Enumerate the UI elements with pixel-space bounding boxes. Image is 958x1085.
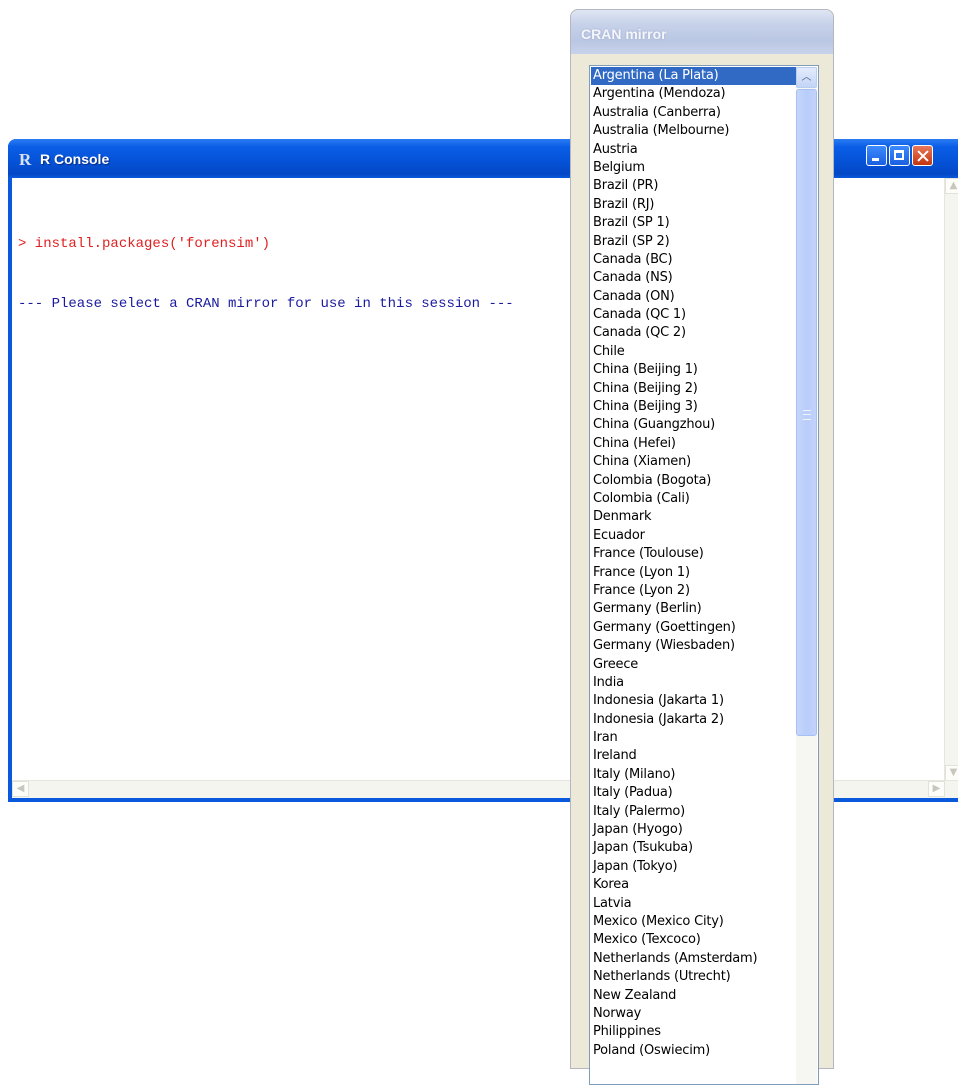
close-button[interactable]: [912, 145, 933, 166]
mirror-list-item[interactable]: Mexico (Mexico City): [591, 913, 796, 931]
mirror-list-item[interactable]: Colombia (Bogota): [591, 472, 796, 490]
mirror-list-item[interactable]: Brazil (SP 2): [591, 233, 796, 251]
mirror-list-item[interactable]: Canada (ON): [591, 288, 796, 306]
scroll-down-button[interactable]: ▼: [945, 765, 958, 781]
mirror-list-item[interactable]: Netherlands (Amsterdam): [591, 950, 796, 968]
mirror-list-item[interactable]: China (Hefei): [591, 435, 796, 453]
mirror-list-item[interactable]: Greece: [591, 656, 796, 674]
mirror-list-item[interactable]: Brazil (RJ): [591, 196, 796, 214]
mirror-list-item[interactable]: Netherlands (Utrecht): [591, 968, 796, 986]
mirror-list-item[interactable]: Italy (Palermo): [591, 803, 796, 821]
vertical-scrollbar[interactable]: ▲ ▼: [944, 178, 958, 781]
mirror-list-item[interactable]: Poland (Oswiecim): [591, 1042, 796, 1060]
mirror-list-item[interactable]: France (Lyon 1): [591, 564, 796, 582]
minimize-button[interactable]: [866, 145, 887, 166]
mirror-list-item[interactable]: China (Beijing 2): [591, 380, 796, 398]
mirror-list-item[interactable]: Japan (Tsukuba): [591, 839, 796, 857]
mirror-list-item[interactable]: France (Lyon 2): [591, 582, 796, 600]
mirror-list-item[interactable]: Italy (Milano): [591, 766, 796, 784]
listbox-scrollbar[interactable]: ︿: [796, 67, 817, 1084]
console-text: > install.packages('forensim') --- Pleas…: [18, 194, 514, 354]
mirror-list-item[interactable]: Brazil (PR): [591, 177, 796, 195]
mirror-list-item[interactable]: Australia (Melbourne): [591, 122, 796, 140]
mirror-list-item[interactable]: Germany (Wiesbaden): [591, 637, 796, 655]
mirror-list-item[interactable]: Norway: [591, 1005, 796, 1023]
cran-mirror-window: CRAN mirror Argentina (La Plata) Argentin…: [570, 9, 834, 1085]
r-logo-icon: R: [19, 150, 32, 169]
mirror-listbox[interactable]: Argentina (La Plata) Argentina (Mendoza) A…: [589, 65, 819, 1085]
mirror-list-item[interactable]: Korea: [591, 876, 796, 894]
mirror-list-item[interactable]: Canada (NS): [591, 269, 796, 287]
scrollbar-thumb[interactable]: [796, 89, 817, 736]
mirror-list-item[interactable]: Iran: [591, 729, 796, 747]
cran-window-title: CRAN mirror: [581, 26, 667, 42]
mirror-list-item[interactable]: Indonesia (Jakarta 1): [591, 692, 796, 710]
mirror-list-item[interactable]: Canada (QC 2): [591, 324, 796, 342]
mirror-list-item[interactable]: Italy (Padua): [591, 784, 796, 802]
mirror-list-item[interactable]: Germany (Berlin): [591, 600, 796, 618]
mirror-list-item[interactable]: Canada (BC): [591, 251, 796, 269]
console-command-line: > install.packages('forensim'): [18, 236, 271, 252]
mirror-list-item[interactable]: Canada (QC 1): [591, 306, 796, 324]
mirror-list-item[interactable]: Argentina (Mendoza): [591, 85, 796, 103]
mirror-list-item[interactable]: China (Beijing 1): [591, 361, 796, 379]
mirror-list-item[interactable]: France (Toulouse): [591, 545, 796, 563]
scroll-left-button[interactable]: ◀: [12, 781, 29, 797]
mirror-list-item[interactable]: Japan (Hyogo): [591, 821, 796, 839]
mirror-list-item[interactable]: Germany (Goettingen): [591, 619, 796, 637]
mirror-list-item[interactable]: China (Xiamen): [591, 453, 796, 471]
scrollbar-grip-icon: [803, 410, 811, 420]
mirror-list-item[interactable]: China (Beijing 3): [591, 398, 796, 416]
mirror-list-item[interactable]: Mexico (Texcoco): [591, 931, 796, 949]
mirror-list-item[interactable]: Australia (Canberra): [591, 104, 796, 122]
mirror-list-item[interactable]: Austria: [591, 141, 796, 159]
mirror-list-item[interactable]: Japan (Tokyo): [591, 858, 796, 876]
mirror-list-item[interactable]: Philippines: [591, 1023, 796, 1041]
mirror-list-item[interactable]: Ireland: [591, 747, 796, 765]
mirror-list-item[interactable]: Indonesia (Jakarta 2): [591, 711, 796, 729]
mirror-list-item[interactable]: Ecuador: [591, 527, 796, 545]
mirror-list-item[interactable]: India: [591, 674, 796, 692]
window-title: R Console: [40, 151, 110, 167]
mirror-list-item[interactable]: New Zealand: [591, 987, 796, 1005]
scroll-up-button[interactable]: ▲: [945, 178, 958, 194]
mirror-list-item[interactable]: Brazil (SP 1): [591, 214, 796, 232]
cran-mirror-body: Argentina (La Plata) Argentina (Mendoza) A…: [575, 54, 829, 1085]
scroll-right-button[interactable]: ▶: [928, 781, 945, 797]
mirror-list-item[interactable]: China (Guangzhou): [591, 416, 796, 434]
cran-mirror-titlebar[interactable]: CRAN mirror: [571, 10, 833, 54]
mirror-list-item[interactable]: Argentina (La Plata): [591, 67, 796, 86]
mirror-list-item[interactable]: Belgium: [591, 159, 796, 177]
mirror-list: Argentina (La Plata) Argentina (Mendoza) A…: [591, 67, 796, 1060]
mirror-list-item[interactable]: Denmark: [591, 508, 796, 526]
scroll-up-arrow-icon[interactable]: ︿: [796, 67, 817, 88]
console-message-line: --- Please select a CRAN mirror for use …: [18, 296, 514, 312]
maximize-button[interactable]: [889, 145, 910, 166]
mirror-list-item[interactable]: Latvia: [591, 895, 796, 913]
mirror-list-item[interactable]: Colombia (Cali): [591, 490, 796, 508]
mirror-list-item[interactable]: Chile: [591, 343, 796, 361]
